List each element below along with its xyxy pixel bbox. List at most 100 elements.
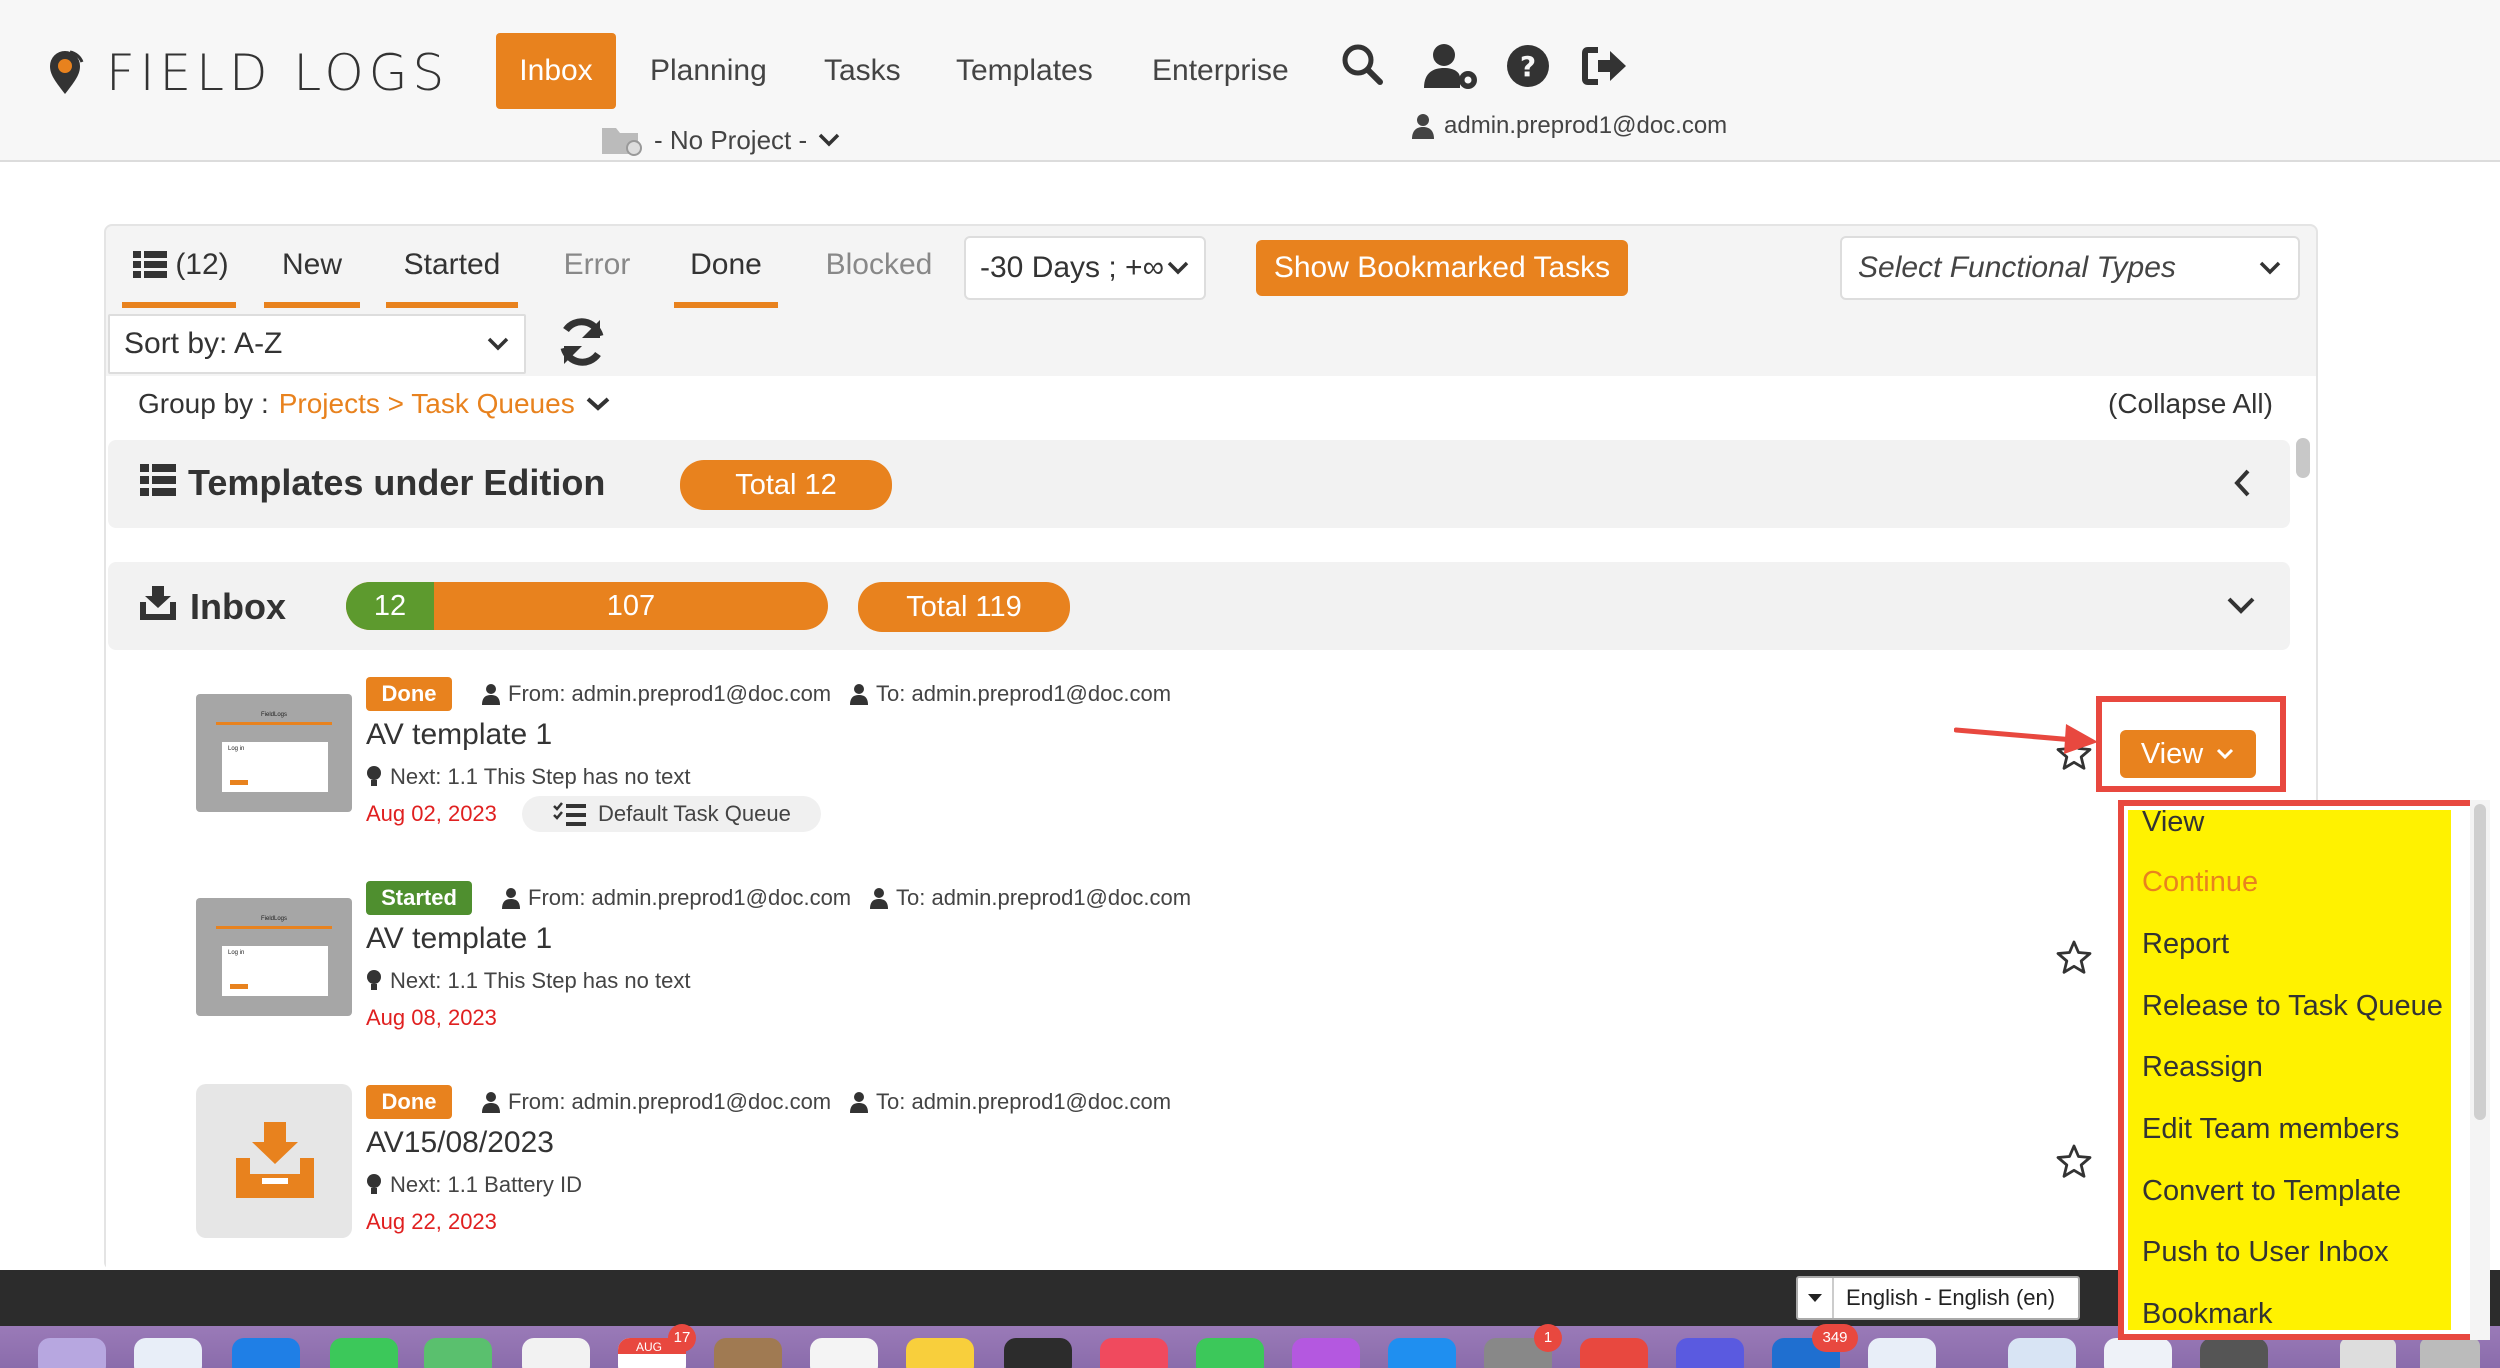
item-thumbnail[interactable]: FieldLogs Log in: [196, 694, 352, 812]
lightbulb-icon: [367, 970, 381, 990]
collapse-all-link[interactable]: (Collapse All): [2108, 388, 2273, 420]
item-to: To: admin.preprod1@doc.com: [850, 681, 1171, 707]
fieldlogs-logo-icon: [44, 46, 86, 98]
finder-icon[interactable]: [2008, 1338, 2076, 1368]
tab-new[interactable]: New: [264, 240, 360, 290]
bookmark-star-icon[interactable]: [2056, 1144, 2092, 1183]
view-dropdown-menu: View Continue Report Release to Task Que…: [2128, 806, 2451, 1331]
photos-icon[interactable]: [522, 1338, 590, 1368]
item-from-text: From: admin.preprod1@doc.com: [528, 885, 852, 910]
menu-item-reassign[interactable]: Reassign: [2142, 1051, 2263, 1084]
dock-app-icon[interactable]: [2200, 1338, 2268, 1368]
group-total-pill: Total 119: [858, 582, 1070, 632]
item-to-text: To: admin.preprod1@doc.com: [896, 885, 1192, 910]
facetime-icon[interactable]: [1196, 1338, 1264, 1368]
item-title[interactable]: AV template 1: [366, 922, 552, 956]
music-icon[interactable]: [1100, 1338, 1168, 1368]
nav-inbox[interactable]: Inbox: [496, 33, 616, 109]
item-thumbnail[interactable]: FieldLogs Log in: [196, 898, 352, 1016]
dock-app-icon[interactable]: [2104, 1338, 2172, 1368]
list-icon: [140, 464, 176, 501]
dock-app-icon[interactable]: [1580, 1338, 1648, 1368]
menu-item-continue[interactable]: Continue: [2142, 866, 2258, 899]
item-next-text: Next: 1.1 This Step has no text: [390, 968, 691, 993]
help-icon[interactable]: ?: [1506, 44, 1558, 96]
list-scrollbar-thumb[interactable]: [2296, 438, 2310, 478]
contacts-icon[interactable]: [714, 1338, 782, 1368]
tab-started-underline: [386, 302, 518, 308]
tab-blocked[interactable]: Blocked: [810, 240, 948, 290]
chevron-left-icon[interactable]: [2232, 468, 2254, 503]
item-next-text: Next: 1.1 This Step has no text: [390, 764, 691, 789]
search-icon[interactable]: [1340, 42, 1392, 94]
item-title[interactable]: AV15/08/2023: [366, 1126, 554, 1160]
view-button-label: View: [2140, 738, 2204, 770]
lightbulb-icon: [367, 766, 381, 786]
teams-icon[interactable]: [1676, 1338, 1744, 1368]
tab-done[interactable]: Done: [674, 240, 778, 290]
user-icon: [502, 888, 520, 909]
menu-item-report[interactable]: Report: [2142, 928, 2229, 961]
task-queue-icon: [553, 802, 586, 826]
item-next-step: Next: 1.1 This Step has no text: [366, 968, 690, 994]
task-queue-chip: Default Task Queue: [522, 796, 821, 832]
downloads-icon[interactable]: [2340, 1338, 2396, 1368]
bookmark-star-icon[interactable]: [2056, 940, 2092, 979]
date-range-value: -30 Days ; +∞: [980, 251, 1164, 284]
menu-item-convert-to-template[interactable]: Convert to Template: [2142, 1175, 2401, 1208]
show-bookmarked-button[interactable]: Show Bookmarked Tasks: [1256, 240, 1628, 296]
tab-error[interactable]: Error: [548, 240, 646, 290]
dock-app-icon[interactable]: [38, 1338, 106, 1368]
nav-tasks[interactable]: Tasks: [824, 49, 901, 93]
user-icon: [482, 684, 500, 705]
menu-item-release-to-task-queue[interactable]: Release to Task Queue: [2142, 990, 2443, 1023]
item-title[interactable]: AV template 1: [366, 718, 552, 752]
tab-started[interactable]: Started: [386, 240, 518, 290]
svg-text:?: ?: [1520, 50, 1536, 83]
date-range-select[interactable]: -30 Days ; +∞: [964, 236, 1206, 300]
item-to: To: admin.preprod1@doc.com: [870, 885, 1191, 911]
tab-done-underline: [674, 302, 778, 308]
nav-enterprise[interactable]: Enterprise: [1152, 49, 1289, 93]
sort-select[interactable]: Sort by: A-Z: [108, 314, 526, 374]
thumb-login-text: Log in: [228, 746, 245, 752]
notes-icon[interactable]: [906, 1338, 974, 1368]
project-selector[interactable]: - No Project -: [600, 120, 841, 160]
mail-icon[interactable]: [232, 1338, 300, 1368]
tab-all-underline: [122, 302, 236, 308]
tab-all[interactable]: (12): [124, 240, 238, 290]
view-dropdown-button[interactable]: View: [2120, 730, 2256, 778]
user-settings-icon[interactable]: [1424, 42, 1477, 94]
reminders-icon[interactable]: [810, 1338, 878, 1368]
item-thumbnail[interactable]: [196, 1084, 352, 1238]
trash-icon[interactable]: [2420, 1338, 2480, 1368]
item-date: Aug 22, 2023: [366, 1209, 497, 1234]
inbox-tray-icon: [236, 1122, 314, 1198]
messages-icon[interactable]: [330, 1338, 398, 1368]
menu-item-push-to-user-inbox[interactable]: Push to User Inbox: [2142, 1236, 2389, 1269]
user-email: admin.preprod1@doc.com: [1444, 112, 1728, 139]
logout-icon[interactable]: [1582, 46, 1634, 98]
item-from-text: From: admin.preprod1@doc.com: [508, 681, 832, 706]
functional-types-select[interactable]: Select Functional Types: [1840, 236, 2300, 300]
menu-item-bookmark[interactable]: Bookmark: [2142, 1298, 2273, 1331]
language-select[interactable]: English - English (en): [1796, 1276, 2080, 1320]
nav-planning[interactable]: Planning: [650, 49, 767, 93]
maps-icon[interactable]: [424, 1338, 492, 1368]
menu-item-view[interactable]: View: [2142, 806, 2204, 839]
podcasts-icon[interactable]: [1292, 1338, 1360, 1368]
tv-icon[interactable]: [1004, 1338, 1072, 1368]
safari-icon[interactable]: [134, 1338, 202, 1368]
current-user: admin.preprod1@doc.com: [1412, 112, 1727, 140]
group-by[interactable]: Group by : Projects > Task Queues: [138, 388, 611, 420]
chevron-down-icon[interactable]: [2226, 594, 2256, 621]
thumb-login-text: Log in: [228, 950, 245, 956]
menu-item-edit-team-members[interactable]: Edit Team members: [2142, 1113, 2399, 1146]
dock-app-icon[interactable]: [1868, 1338, 1936, 1368]
menu-scrollbar-thumb[interactable]: [2474, 804, 2486, 1120]
app-store-icon[interactable]: [1388, 1338, 1456, 1368]
user-icon: [850, 1092, 868, 1113]
chevron-down-icon: [487, 337, 509, 351]
nav-templates[interactable]: Templates: [956, 49, 1093, 93]
refresh-icon[interactable]: [556, 316, 612, 372]
